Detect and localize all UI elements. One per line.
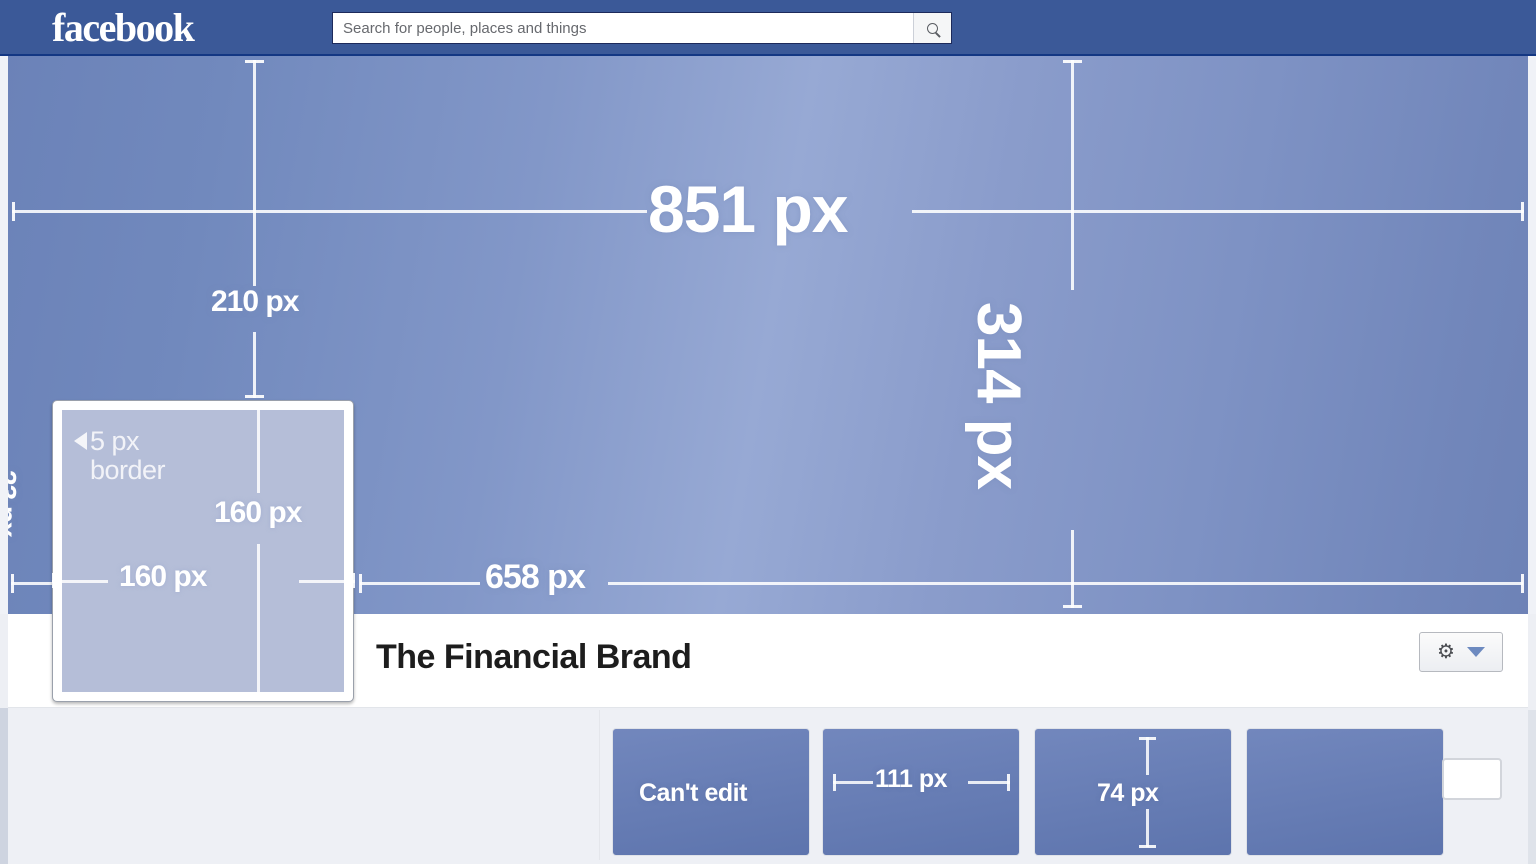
cover-width-line-right [912, 210, 1524, 213]
cover-hoffset-line-left [360, 582, 480, 585]
cover-top-offset-line-upper [253, 60, 256, 286]
tab-thumb-width-label: 111 px [875, 765, 948, 793]
cover-height-tick-bottom [1063, 605, 1082, 608]
profile-height-label: 160 px [214, 496, 302, 529]
cover-hoffset-tick-right [1521, 574, 1524, 593]
right-rail [1528, 710, 1536, 864]
search-button[interactable] [913, 13, 951, 43]
page-settings-button[interactable]: ⚙ [1419, 632, 1503, 672]
cover-width-line-left [12, 210, 647, 213]
search-box[interactable] [332, 12, 952, 44]
cover-height-line-upper [1071, 60, 1074, 290]
profile-height-line-upper [257, 401, 260, 493]
page-title: The Financial Brand [376, 638, 692, 676]
profile-width-line-right [299, 580, 355, 583]
border-callout-arrow-icon [74, 432, 87, 450]
search-input[interactable] [333, 19, 913, 37]
profile-width-line-left [52, 580, 108, 583]
profile-picture-inner: 5 px border 160 px 160 px [52, 401, 355, 695]
tab-thumb-height[interactable]: 74 px [1034, 728, 1232, 856]
cover-top-offset-line-lower [253, 332, 256, 398]
cover-hoffset-label: 658 px [485, 558, 586, 596]
profile-border-label: 5 px border [90, 426, 166, 485]
tab-thumb-blank[interactable] [1246, 728, 1444, 856]
chevron-down-icon [1466, 647, 1485, 657]
tab-height-line-lower [1146, 809, 1149, 847]
tabs-more-button[interactable] [1442, 758, 1502, 800]
cover-height-label: 314 px [964, 302, 1033, 490]
profile-width-label: 160 px [119, 560, 207, 593]
cover-top-offset-tick-bottom [245, 395, 264, 398]
search-icon [927, 22, 938, 34]
cover-width-label: 851 px [648, 172, 848, 246]
cover-width-tick-left [12, 202, 15, 221]
tab-thumb-cant-edit-label: Can't edit [639, 779, 747, 807]
profile-height-line-lower [257, 544, 260, 694]
tab-thumb-width[interactable]: 111 px [822, 728, 1020, 856]
tabs-left-pane [8, 710, 600, 860]
gear-icon: ⚙ [1437, 641, 1455, 663]
left-rail [0, 708, 8, 864]
tab-width-line-right [968, 781, 1010, 784]
tab-width-line-left [833, 781, 873, 784]
facebook-page-mockup: facebook 851 px 210 px 314 px [0, 0, 1536, 864]
tab-height-cap-bottom [1139, 845, 1156, 848]
page-frame-left-edge [0, 56, 8, 614]
tab-height-line-upper [1146, 737, 1149, 775]
facebook-top-bar: facebook [0, 0, 1536, 56]
cover-leftgap-line [11, 582, 53, 585]
cover-width-tick-right [1521, 202, 1524, 221]
profile-height-tick-bottom [251, 692, 266, 695]
profile-width-tick-left [52, 573, 55, 588]
tab-thumb-height-label: 74 px [1097, 779, 1159, 807]
tab-width-cap-right [1007, 774, 1010, 791]
facebook-logo[interactable]: facebook [52, 6, 195, 50]
profile-width-tick-right [352, 573, 355, 588]
cover-top-offset-label: 210 px [211, 285, 299, 318]
tab-thumb-cant-edit[interactable]: Can't edit [612, 728, 810, 856]
cover-hoffset-line-right [608, 582, 1523, 585]
cover-height-line-lower [1071, 530, 1074, 608]
page-tabs-row: Can't edit 111 px 74 px [8, 710, 1528, 864]
page-frame-right-edge [1528, 56, 1536, 614]
cover-hoffset-tick-left [359, 574, 362, 593]
profile-picture-box[interactable]: 5 px border 160 px 160 px [52, 400, 355, 702]
